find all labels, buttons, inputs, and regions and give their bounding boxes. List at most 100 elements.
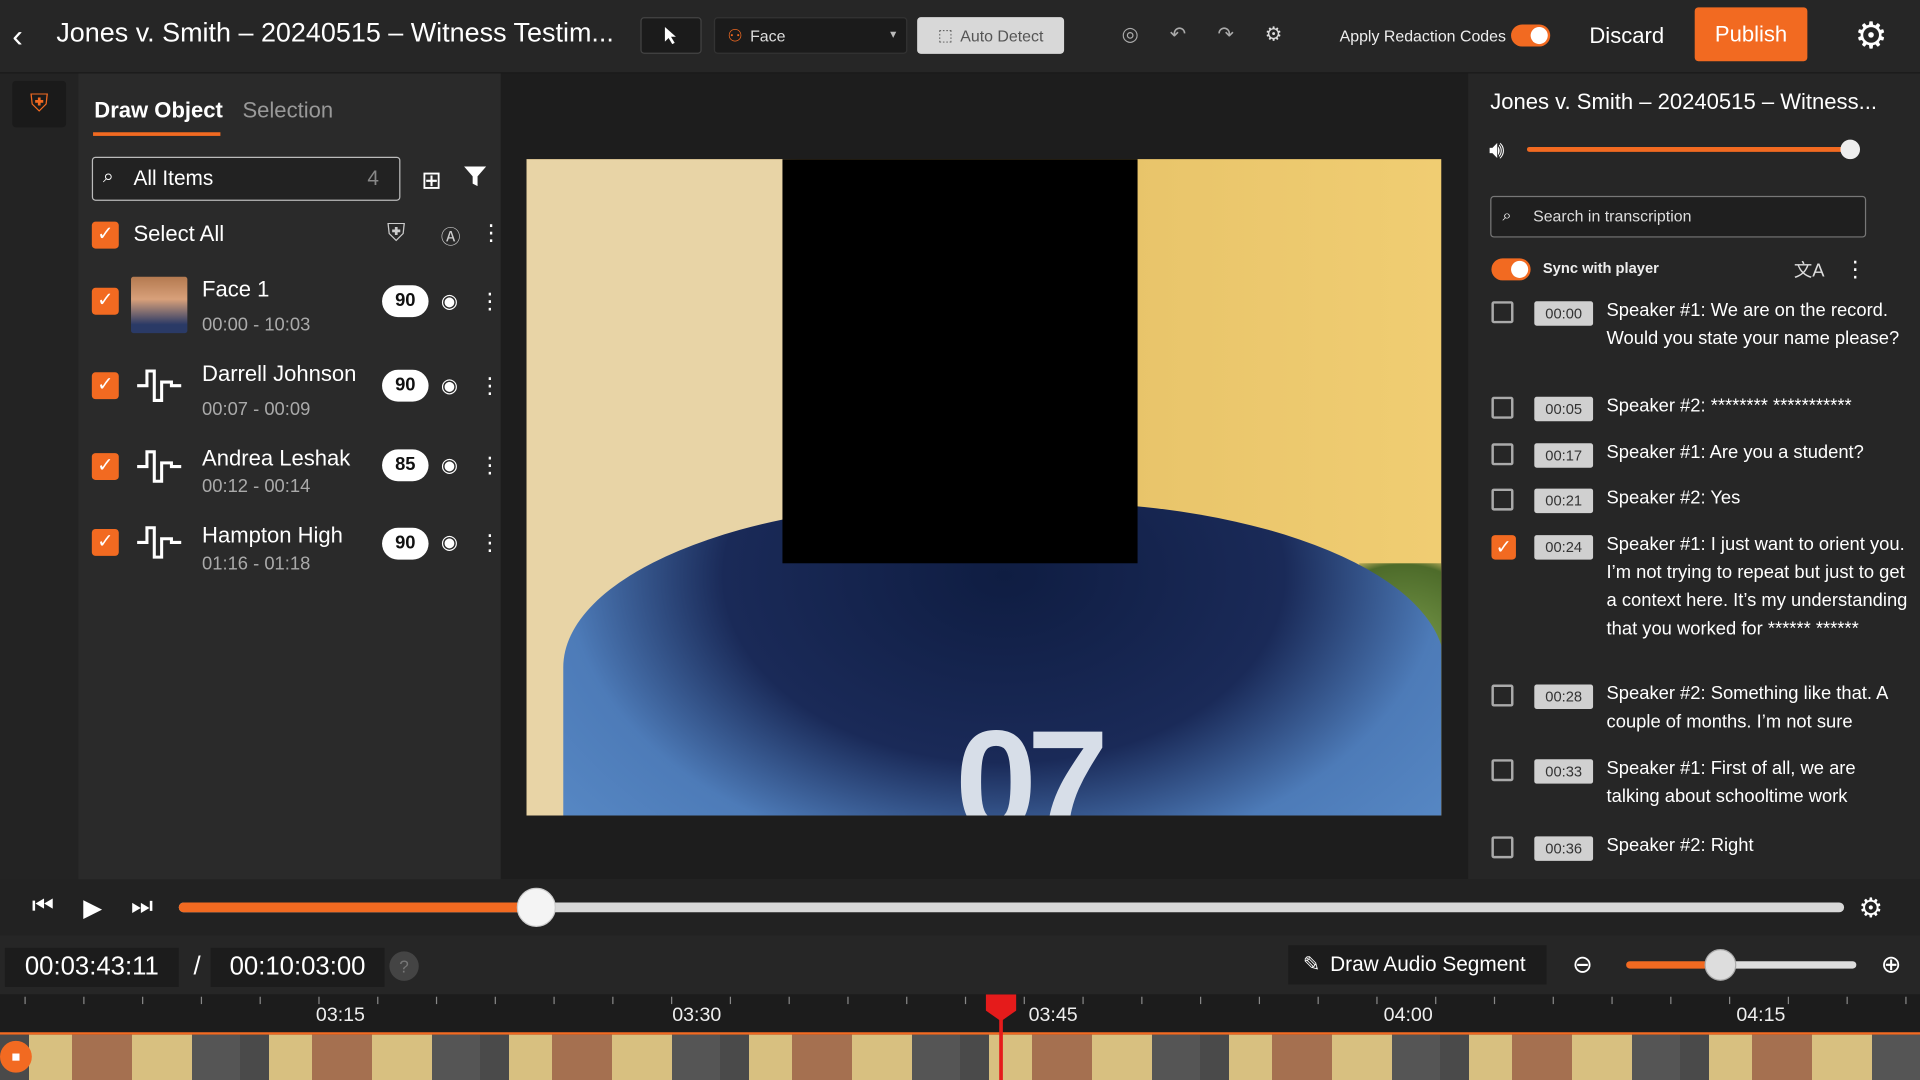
player-settings-icon[interactable]: ⚙ <box>1859 893 1883 925</box>
tab-draw-object[interactable]: Draw Object <box>94 98 223 124</box>
item-time-range: 00:07 - 00:09 <box>202 399 311 421</box>
transcript-row-checkbox[interactable] <box>1491 443 1514 466</box>
timeline-tick <box>671 996 673 1005</box>
detection-type-dropdown[interactable]: ⚇ Face ▾ <box>713 17 908 54</box>
timeline-tick <box>142 996 144 1005</box>
transcript-timestamp[interactable]: 00:21 <box>1534 488 1594 514</box>
zoom-out-icon[interactable]: ⊖ <box>1572 949 1593 980</box>
timeline-label: 03:30 <box>672 1005 722 1027</box>
apply-redaction-codes-label: Apply Redaction Codes <box>1339 26 1506 46</box>
timeline-tick <box>1728 996 1731 1005</box>
translate-icon[interactable]: 文A <box>1794 257 1825 283</box>
transcript-row-checkbox[interactable] <box>1491 836 1514 859</box>
cursor-icon <box>664 26 676 45</box>
filmstrip-frame <box>720 1034 961 1080</box>
timeline-tick <box>612 996 614 1005</box>
redaction-shield-icon[interactable]: ⛨ <box>12 80 67 128</box>
video-filmstrip[interactable] <box>0 1032 1920 1080</box>
item-checkbox[interactable]: ✓ <box>91 453 119 481</box>
draw-audio-segment-button[interactable]: ✎ Draw Audio Segment <box>1288 945 1547 985</box>
transcript-timestamp[interactable]: 00:33 <box>1534 759 1594 784</box>
pointer-tool-button[interactable] <box>640 17 702 54</box>
auto-detect-label: Auto Detect <box>960 26 1044 45</box>
gears-icon[interactable]: ⚙ <box>1847 12 1896 61</box>
timeline-tick <box>377 996 379 1005</box>
undo-icon[interactable]: ↶ <box>1164 22 1191 49</box>
settings-icon[interactable]: ⚙ <box>1260 22 1287 49</box>
timeline-tick <box>788 996 790 1005</box>
draw-audio-segment-label: Draw Audio Segment <box>1330 952 1526 976</box>
eye-icon[interactable]: ◉ <box>441 289 458 313</box>
filmstrip-frame <box>1680 1034 1920 1080</box>
zoom-in-icon[interactable]: ⊕ <box>1881 949 1902 980</box>
timeline-tick <box>553 996 555 1005</box>
confidence-badge: 90 <box>382 527 429 560</box>
transcript-row-checkbox[interactable]: ✓ <box>1491 535 1516 560</box>
help-icon[interactable]: ? <box>389 951 419 981</box>
chevron-down-icon: ▾ <box>890 28 897 42</box>
more-options-icon[interactable]: ⋮ <box>479 289 501 315</box>
timeline-label: 03:15 <box>315 1005 365 1027</box>
shield-icon[interactable]: ⛨ <box>387 220 405 248</box>
volume-slider[interactable] <box>1526 146 1851 152</box>
current-timecode[interactable]: 00:03:43:11 <box>4 947 179 987</box>
redo-icon[interactable]: ↷ <box>1212 22 1239 49</box>
zoom-slider[interactable] <box>1721 961 1857 969</box>
transcript-timestamp[interactable]: 00:05 <box>1534 396 1594 422</box>
transcript-timestamp[interactable]: 00:17 <box>1534 443 1594 468</box>
target-icon[interactable]: ◎ <box>1117 22 1144 49</box>
play-icon[interactable]: ▶ <box>83 893 102 924</box>
filter-icon[interactable] <box>463 164 487 195</box>
audio-waveform-icon <box>137 369 182 402</box>
apply-redaction-codes-toggle[interactable] <box>1511 24 1551 47</box>
eye-icon[interactable]: ◉ <box>441 530 458 554</box>
eye-icon[interactable]: ◉ <box>441 453 458 477</box>
more-options-icon[interactable]: ⋮ <box>479 530 501 556</box>
timeline-tick <box>1493 996 1496 1005</box>
timeline-tick <box>1846 996 1848 1005</box>
discard-button[interactable]: Discard <box>1573 10 1680 61</box>
auto-detect-button[interactable]: ⬚ Auto Detect <box>917 17 1065 54</box>
publish-button[interactable]: Publish <box>1694 7 1808 62</box>
volume-slider-handle[interactable] <box>1840 139 1861 160</box>
item-checkbox[interactable]: ✓ <box>91 287 119 315</box>
timeline-tick <box>847 996 849 1005</box>
transcript-row-checkbox[interactable] <box>1491 684 1514 707</box>
item-title: Darrell Johnson <box>202 361 357 386</box>
transcript-timestamp[interactable]: 00:28 <box>1534 684 1594 709</box>
more-options-icon[interactable]: ⋮ <box>479 373 501 399</box>
volume-icon[interactable]: 🔊︎ <box>1489 137 1504 165</box>
step-forward-icon[interactable]: ⏭︎ <box>131 893 153 921</box>
transcript-text: Speaker #1: Are you a student? <box>1606 442 1864 463</box>
timeline-tick <box>1552 996 1554 1005</box>
transcript-timestamp[interactable]: 00:36 <box>1534 836 1594 861</box>
transcript-timestamp[interactable]: 00:24 <box>1534 535 1594 560</box>
transcript-row-checkbox[interactable] <box>1491 301 1514 324</box>
transcript-row-checkbox[interactable] <box>1491 396 1514 419</box>
select-all-checkbox[interactable]: ✓ <box>91 221 119 249</box>
grid-view-icon[interactable]: ⊞ <box>421 165 442 196</box>
transcript-row-checkbox[interactable] <box>1491 759 1514 782</box>
item-time-range: 00:00 - 10:03 <box>202 314 311 336</box>
tab-selection[interactable]: Selection <box>242 98 333 124</box>
face-redaction-box[interactable] <box>782 159 1138 564</box>
auto-redact-icon[interactable]: Ⓐ <box>441 220 461 249</box>
back-icon[interactable]: ‹ <box>12 17 44 54</box>
step-back-icon[interactable]: ⏮︎ <box>32 893 54 921</box>
transcript-row-checkbox[interactable] <box>1491 488 1514 511</box>
timeline-tick <box>24 996 26 1005</box>
zoom-slider-handle[interactable] <box>1704 948 1737 981</box>
more-options-icon[interactable]: ⋮ <box>480 220 502 246</box>
item-checkbox[interactable]: ✓ <box>91 372 119 400</box>
transcription-search-placeholder: Search in transcription <box>1533 206 1692 226</box>
eye-icon[interactable]: ◉ <box>441 373 458 397</box>
item-checkbox[interactable]: ✓ <box>91 528 119 556</box>
timeline-tick <box>964 996 967 1005</box>
sync-with-player-toggle[interactable] <box>1491 258 1531 281</box>
filmstrip-frame <box>240 1034 481 1080</box>
timeline-label: 04:15 <box>1736 1005 1786 1027</box>
transcript-timestamp[interactable]: 00:00 <box>1534 301 1594 326</box>
more-options-icon[interactable]: ⋮ <box>1844 257 1866 283</box>
more-options-icon[interactable]: ⋮ <box>479 453 501 479</box>
scan-icon: ⬚ <box>937 25 953 45</box>
